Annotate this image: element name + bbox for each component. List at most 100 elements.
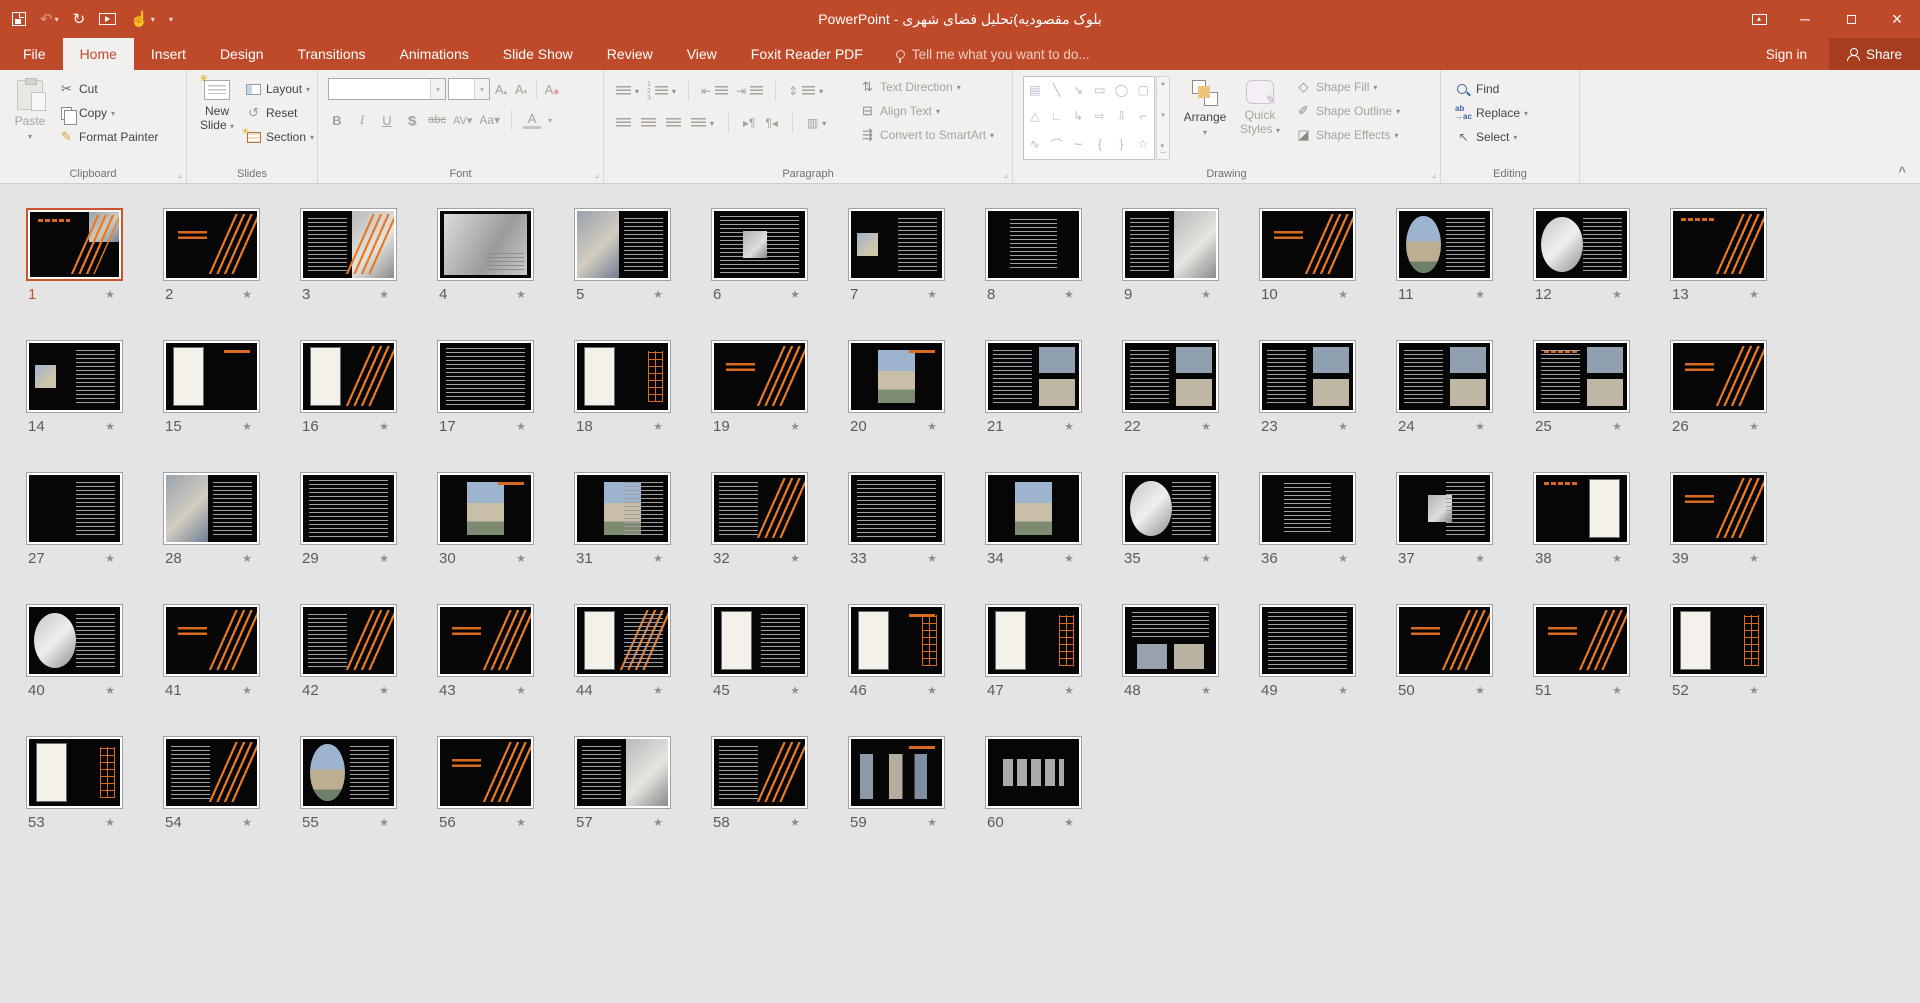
restore-button[interactable] — [1828, 0, 1874, 38]
text-box-shape-icon[interactable]: ▤ — [1029, 83, 1040, 97]
find-button[interactable]: Find — [1455, 78, 1528, 100]
slide-thumbnail-16[interactable] — [300, 340, 397, 413]
shape-outline-button[interactable]: ✐Shape Outline▾ — [1295, 100, 1400, 122]
slide-thumbnail-53[interactable] — [26, 736, 123, 809]
animation-star-icon[interactable]: ★ — [1612, 288, 1630, 301]
animation-star-icon[interactable]: ★ — [1612, 552, 1630, 565]
new-slide-button[interactable]: NewSlide ▾ — [193, 76, 241, 133]
slide-thumbnail-3[interactable] — [300, 208, 397, 281]
save-button[interactable] — [12, 12, 26, 26]
slide-thumbnail-52[interactable] — [1670, 604, 1767, 677]
tell-me-box[interactable]: Tell me what you want to do... — [880, 38, 1090, 70]
paste-button[interactable]: Paste ▾ — [8, 76, 52, 141]
arrow-down-shape-icon[interactable]: ⇩ — [1116, 109, 1126, 123]
tab-foxit-reader-pdf[interactable]: Foxit Reader PDF — [734, 38, 880, 70]
slide-thumbnail-12[interactable] — [1533, 208, 1630, 281]
quick-styles-button[interactable]: QuickStyles ▾ — [1235, 76, 1285, 137]
animation-star-icon[interactable]: ★ — [1064, 288, 1082, 301]
curve-shape-icon[interactable]: ∼ — [1073, 137, 1083, 151]
animation-star-icon[interactable]: ★ — [1475, 420, 1493, 433]
decrease-indent-button[interactable]: ⇤ — [701, 80, 728, 102]
slide-thumbnail-9[interactable] — [1122, 208, 1219, 281]
animation-star-icon[interactable]: ★ — [1064, 420, 1082, 433]
gallery-scroll-up-icon[interactable]: ▴ — [1161, 79, 1165, 87]
animation-star-icon[interactable]: ★ — [790, 420, 808, 433]
align-right-button[interactable] — [666, 112, 681, 134]
slide-thumbnail-34[interactable] — [985, 472, 1082, 545]
slide-thumbnail-49[interactable] — [1259, 604, 1356, 677]
slide-thumbnail-11[interactable] — [1396, 208, 1493, 281]
slide-thumbnail-47[interactable] — [985, 604, 1082, 677]
new-slide-dropdown-icon[interactable]: ▾ — [230, 122, 234, 131]
touch-mouse-mode-button[interactable]: ☝▾ — [130, 10, 155, 28]
animation-star-icon[interactable]: ★ — [927, 816, 945, 829]
slide-thumbnail-5[interactable] — [574, 208, 671, 281]
font-size-combo[interactable]: ▾ — [448, 78, 490, 100]
minimize-button[interactable]: ─ — [1782, 0, 1828, 38]
slide-thumbnail-56[interactable] — [437, 736, 534, 809]
animation-star-icon[interactable]: ★ — [1338, 420, 1356, 433]
animation-star-icon[interactable]: ★ — [927, 552, 945, 565]
animation-star-icon[interactable]: ★ — [242, 552, 260, 565]
tab-home[interactable]: Home — [63, 38, 134, 70]
align-left-button[interactable] — [616, 112, 631, 134]
shape-gallery[interactable]: ▤╲↘▭◯▢△∟↳⇨⇩⌐∿⌒∼{}☆ — [1023, 76, 1155, 160]
format-painter-button[interactable]: ✎Format Painter — [58, 126, 158, 148]
columns-button[interactable]: ▥▾ — [807, 112, 826, 134]
share-button[interactable]: Share — [1829, 38, 1920, 70]
slide-thumbnail-59[interactable] — [848, 736, 945, 809]
character-spacing-button[interactable]: AV▾ — [453, 114, 472, 127]
arrange-button[interactable]: Arrange ▾ — [1179, 76, 1231, 137]
animation-star-icon[interactable]: ★ — [1475, 552, 1493, 565]
slide-thumbnail-30[interactable] — [437, 472, 534, 545]
reset-button[interactable]: ↺Reset — [245, 102, 314, 124]
text-direction-button[interactable]: ⇅Text Direction▾ — [859, 76, 994, 98]
font-size-dropdown-icon[interactable]: ▾ — [474, 79, 489, 99]
arc-shape-icon[interactable]: ⌒ — [1050, 136, 1062, 153]
animation-star-icon[interactable]: ★ — [790, 552, 808, 565]
clear-formatting-button[interactable]: A◆ — [543, 82, 561, 97]
slide-thumbnail-26[interactable] — [1670, 340, 1767, 413]
animation-star-icon[interactable]: ★ — [1201, 684, 1219, 697]
animation-star-icon[interactable]: ★ — [1749, 420, 1767, 433]
replace-button[interactable]: ab→acReplace▾ — [1455, 102, 1528, 124]
italic-button[interactable]: I — [353, 112, 371, 128]
animation-star-icon[interactable]: ★ — [516, 552, 534, 565]
animation-star-icon[interactable]: ★ — [653, 684, 671, 697]
font-name-dropdown-icon[interactable]: ▾ — [430, 79, 445, 99]
animation-star-icon[interactable]: ★ — [242, 420, 260, 433]
clipboard-dialog-launcher[interactable]: ⌟ — [178, 169, 182, 180]
elbow-shape-icon[interactable]: ∟ — [1051, 109, 1063, 123]
numbering-button[interactable]: 123▾ — [647, 80, 676, 102]
slide-thumbnail-15[interactable] — [163, 340, 260, 413]
gallery-more-icon[interactable]: ▾─ — [1161, 142, 1166, 157]
slide-thumbnail-35[interactable] — [1122, 472, 1219, 545]
slide-thumbnail-32[interactable] — [711, 472, 808, 545]
animation-star-icon[interactable]: ★ — [1338, 552, 1356, 565]
slide-thumbnail-6[interactable] — [711, 208, 808, 281]
animation-star-icon[interactable]: ★ — [1749, 288, 1767, 301]
slide-thumbnail-28[interactable] — [163, 472, 260, 545]
triangle-shape-icon[interactable]: △ — [1030, 109, 1039, 123]
tab-file[interactable]: File — [6, 38, 63, 70]
layout-button[interactable]: Layout▾ — [245, 78, 314, 100]
animation-star-icon[interactable]: ★ — [653, 816, 671, 829]
increase-indent-button[interactable]: ⇥ — [736, 80, 763, 102]
brace-right-shape-icon[interactable]: } — [1119, 137, 1123, 151]
font-color-dropdown-icon[interactable]: ▾ — [548, 116, 552, 125]
corner-shape-shape-icon[interactable]: ⌐ — [1140, 109, 1147, 123]
tab-insert[interactable]: Insert — [134, 38, 203, 70]
slide-thumbnail-45[interactable] — [711, 604, 808, 677]
animation-star-icon[interactable]: ★ — [379, 552, 397, 565]
animation-star-icon[interactable]: ★ — [927, 288, 945, 301]
shape-gallery-scrollbar[interactable]: ▴ ▾ ▾─ — [1156, 76, 1170, 160]
undo-dropdown-icon[interactable]: ▾ — [55, 15, 59, 24]
increase-font-size-button[interactable]: A▴ — [492, 82, 510, 97]
font-name-combo[interactable]: ▾ — [328, 78, 446, 100]
animation-star-icon[interactable]: ★ — [105, 288, 123, 301]
animation-star-icon[interactable]: ★ — [927, 684, 945, 697]
animation-star-icon[interactable]: ★ — [242, 816, 260, 829]
animation-star-icon[interactable]: ★ — [790, 816, 808, 829]
gallery-scroll-down-icon[interactable]: ▾ — [1161, 111, 1165, 119]
animation-star-icon[interactable]: ★ — [1201, 552, 1219, 565]
